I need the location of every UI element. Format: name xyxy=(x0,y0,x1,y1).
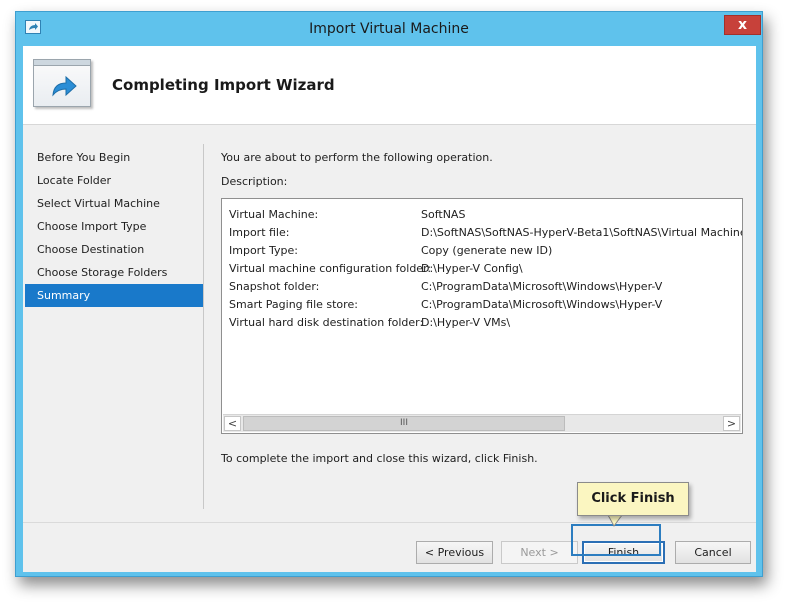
header-icon-bar xyxy=(34,60,90,66)
close-button[interactable]: x xyxy=(724,15,761,35)
click-finish-callout: Click Finish xyxy=(577,482,689,516)
page-title: Completing Import Wizard xyxy=(112,76,335,94)
horizontal-scrollbar[interactable]: < III > xyxy=(223,414,741,432)
nav-item-choose-import-type[interactable]: Choose Import Type xyxy=(25,215,203,238)
summary-value: D:\Hyper-V Config\ xyxy=(421,262,523,275)
nav-item-select-virtual-machine[interactable]: Select Virtual Machine xyxy=(25,192,203,215)
summary-value: C:\ProgramData\Microsoft\Windows\Hyper-V xyxy=(421,280,663,293)
summary-key: Import Type: xyxy=(229,244,298,257)
cancel-button[interactable]: Cancel xyxy=(675,541,751,564)
finish-note: To complete the import and close this wi… xyxy=(221,452,538,465)
wizard-nav: Before You Begin Locate Folder Select Vi… xyxy=(25,146,203,307)
summary-key: Virtual hard disk destination folder: xyxy=(229,316,424,329)
summary-value: SoftNAS xyxy=(421,208,466,221)
scroll-thumb[interactable]: III xyxy=(243,416,565,431)
nav-divider xyxy=(203,144,204,509)
nav-item-locate-folder[interactable]: Locate Folder xyxy=(25,169,203,192)
summary-value: D:\Hyper-V VMs\ xyxy=(421,316,511,329)
summary-value: Copy (generate new ID) xyxy=(421,244,553,257)
summary-key: Snapshot folder: xyxy=(229,280,320,293)
next-button[interactable]: Next > xyxy=(501,541,578,564)
scroll-left-button[interactable]: < xyxy=(224,416,241,431)
nav-item-choose-destination[interactable]: Choose Destination xyxy=(25,238,203,261)
footer-divider xyxy=(23,522,756,523)
summary-key: Smart Paging file store: xyxy=(229,298,358,311)
import-arrow-icon xyxy=(33,59,91,107)
summary-key: Virtual Machine: xyxy=(229,208,319,221)
nav-item-before-you-begin[interactable]: Before You Begin xyxy=(25,146,203,169)
summary-value: C:\ProgramData\Microsoft\Windows\Hyper-V xyxy=(421,298,663,311)
description-label: Description: xyxy=(221,175,288,188)
window-title: Import Virtual Machine xyxy=(309,21,469,37)
summary-key: Virtual machine configuration folder: xyxy=(229,262,432,275)
title-bar[interactable]: Import Virtual Machine x xyxy=(16,12,762,46)
scroll-right-button[interactable]: > xyxy=(723,416,740,431)
previous-button[interactable]: < Previous xyxy=(416,541,493,564)
summary-value: D:\SoftNAS\SoftNAS-HyperV-Beta1\SoftNAS\… xyxy=(421,226,743,239)
finish-highlight-box xyxy=(571,524,661,556)
nav-item-choose-storage-folders[interactable]: Choose Storage Folders xyxy=(25,261,203,284)
callout-pointer-icon xyxy=(608,515,623,527)
nav-item-summary[interactable]: Summary xyxy=(25,284,203,307)
intro-text: You are about to perform the following o… xyxy=(221,151,493,164)
wizard-header: Completing Import Wizard xyxy=(23,46,756,125)
description-box[interactable]: Virtual Machine: SoftNAS Import file: D:… xyxy=(221,198,743,434)
summary-key: Import file: xyxy=(229,226,290,239)
